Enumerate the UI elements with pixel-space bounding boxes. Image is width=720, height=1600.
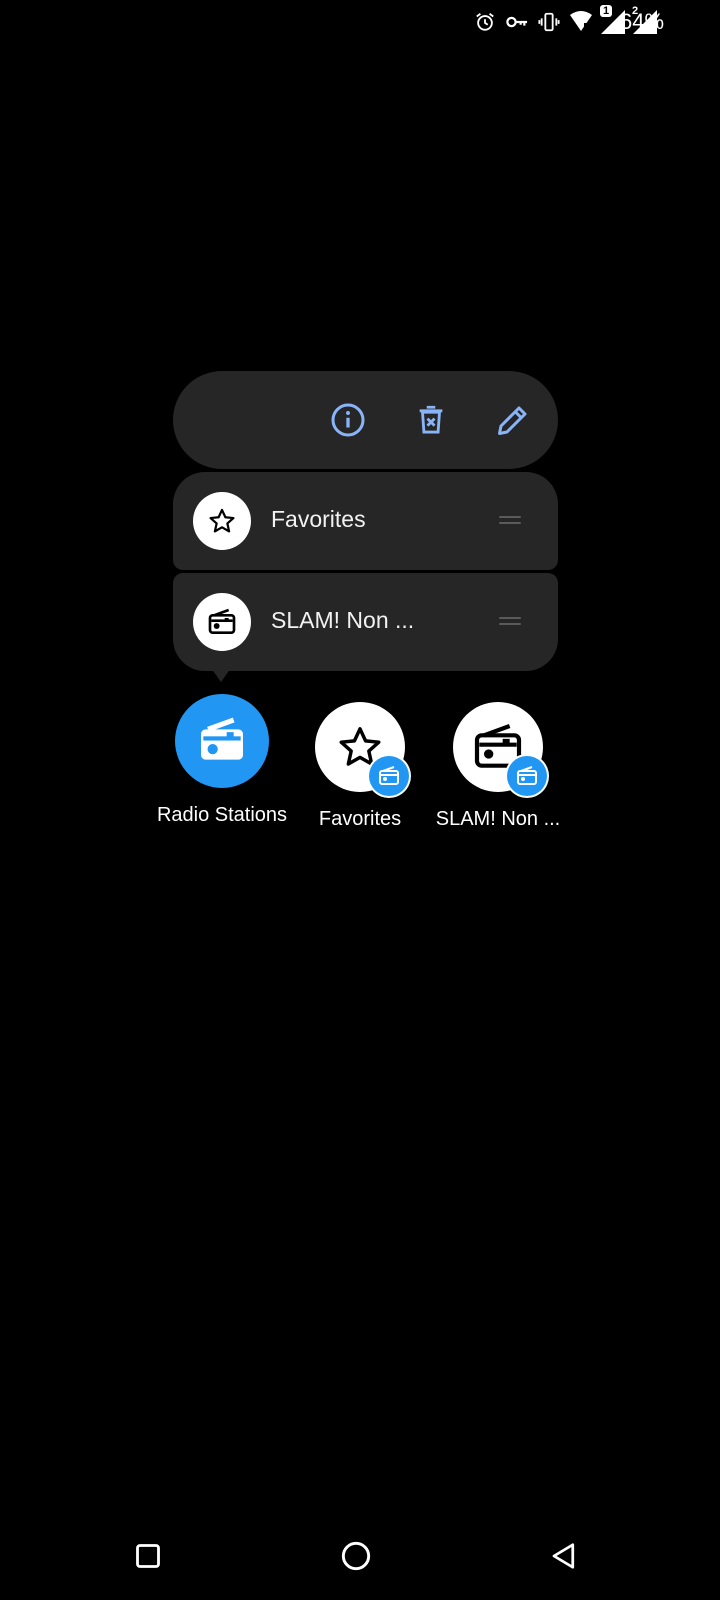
shortcut-item-slam[interactable]: SLAM! Non ...	[173, 573, 558, 671]
shortcut-actions-bar	[173, 371, 558, 469]
star-icon	[193, 492, 251, 550]
shortcut-label: SLAM! Non ...	[271, 607, 415, 633]
alarm-icon	[472, 9, 498, 35]
drag-handle-icon[interactable]	[499, 516, 521, 526]
drag-handle-icon[interactable]	[499, 617, 521, 627]
battery-percentage: 64%	[620, 9, 665, 34]
info-icon	[331, 403, 365, 437]
app-favorites[interactable]: Favorites	[290, 702, 430, 831]
info-button[interactable]	[325, 397, 371, 443]
app-label: Radio Stations	[156, 804, 288, 826]
wifi-icon	[568, 9, 594, 35]
radio-badge-icon	[507, 756, 547, 796]
home-icon	[341, 1541, 371, 1571]
edit-icon	[498, 406, 527, 435]
popup-pointer	[211, 668, 231, 682]
app-label: Favorites	[318, 808, 402, 830]
app-label: SLAM! Non ...	[435, 808, 561, 830]
status-bar: 1 2 64%	[0, 0, 720, 44]
recents-icon	[136, 1544, 160, 1568]
navigation-bar	[0, 1512, 720, 1600]
vibrate-icon	[536, 9, 562, 35]
radio-badge-icon	[369, 756, 409, 796]
edit-button[interactable]	[490, 397, 536, 443]
app-slam[interactable]: SLAM! Non ...	[428, 702, 568, 831]
delete-icon	[419, 405, 443, 434]
back-icon	[552, 1543, 575, 1569]
shortcut-item-favorites[interactable]: Favorites	[173, 472, 558, 570]
app-radio-stations[interactable]: Radio Stations	[150, 694, 294, 827]
back-button[interactable]	[536, 1528, 592, 1584]
recents-button[interactable]	[120, 1528, 176, 1584]
delete-button[interactable]	[408, 397, 454, 443]
vpn-key-icon	[504, 9, 530, 35]
radio-icon	[193, 593, 251, 651]
sim1-label: 1	[600, 5, 613, 17]
radio-icon	[175, 694, 269, 788]
radio-icon	[453, 702, 547, 796]
home-button[interactable]	[328, 1528, 384, 1584]
shortcut-label: Favorites	[271, 506, 366, 532]
star-icon	[315, 702, 409, 796]
